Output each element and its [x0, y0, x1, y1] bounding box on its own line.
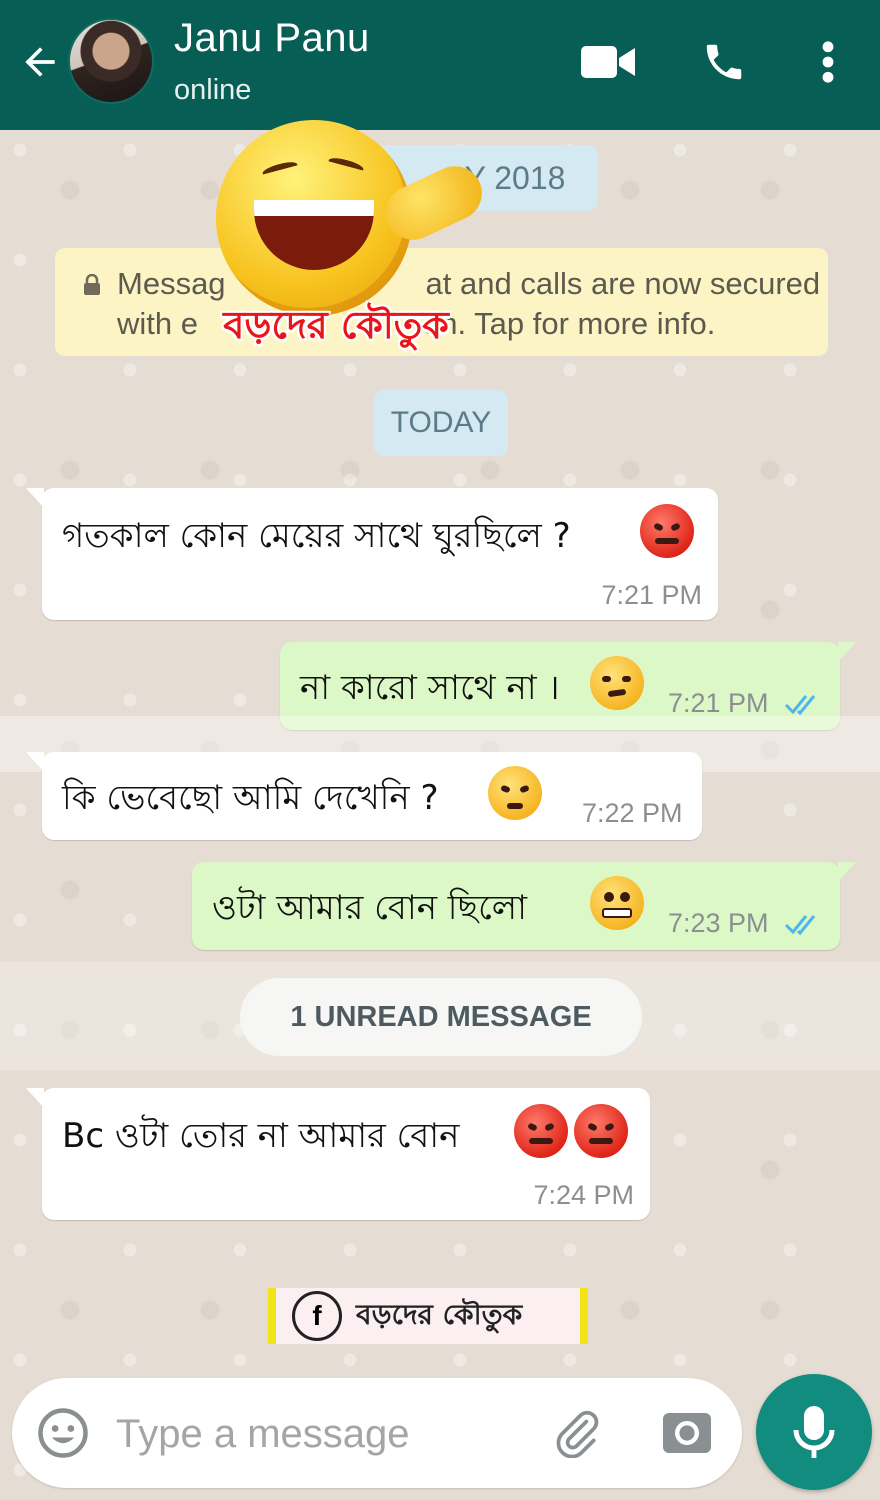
- message-input[interactable]: [116, 1406, 536, 1462]
- contact-avatar[interactable]: [68, 18, 154, 104]
- voice-record-button[interactable]: [756, 1374, 872, 1490]
- camera-button[interactable]: [658, 1404, 716, 1462]
- contact-name[interactable]: Janu Panu: [174, 16, 370, 61]
- grinning-face-icon: [590, 876, 644, 930]
- microphone-icon: [793, 1406, 835, 1458]
- facebook-icon: f: [292, 1291, 342, 1341]
- laughing-emoji-icon: [216, 120, 412, 316]
- message-time: 7:21 PM: [601, 580, 702, 610]
- angry-face-icon: [574, 1104, 628, 1158]
- double-check-icon: [784, 695, 816, 716]
- message-text: Bc ওটা তোর না আমার বোন: [62, 1116, 460, 1156]
- message-composer: [12, 1378, 742, 1488]
- arrow-left-icon: [25, 47, 55, 77]
- annoyed-face-icon: [488, 766, 542, 820]
- more-vertical-icon: [822, 41, 834, 83]
- message-time: 7:22 PM: [582, 798, 683, 828]
- message-incoming[interactable]: কি ভেবেছো আমি দেখেনি ? 7:22 PM: [26, 752, 702, 840]
- voice-call-button[interactable]: [696, 36, 752, 88]
- message-text: না কারো সাথে না ।: [300, 668, 560, 708]
- smiley-icon: [38, 1408, 88, 1458]
- unread-divider: 1 UNREAD MESSAGE: [240, 978, 642, 1056]
- encryption-text-2a: with e: [117, 306, 198, 341]
- sticker-label: বড়দের কৌতুক: [223, 303, 449, 347]
- attach-button[interactable]: [548, 1404, 606, 1462]
- message-text: কি ভেবেছো আমি দেখেনি ?: [62, 778, 439, 818]
- back-button[interactable]: [16, 38, 64, 86]
- facebook-watermark: f বড়দের কৌতুক: [268, 1288, 588, 1344]
- unamused-face-icon: [590, 656, 644, 710]
- watermark-sticker: বড়দের কৌতুক: [212, 118, 502, 348]
- angry-face-icon: [640, 504, 694, 558]
- message-time: 7:21 PM: [668, 688, 769, 718]
- emoji-button[interactable]: [34, 1404, 92, 1462]
- double-check-icon: [784, 915, 816, 936]
- facebook-page-label: বড়দের কৌতুক: [356, 1297, 523, 1331]
- phone-icon: [706, 44, 742, 80]
- today-divider: TODAY: [374, 390, 508, 456]
- video-camera-icon: [581, 46, 635, 78]
- paperclip-icon: [556, 1410, 599, 1458]
- video-call-button[interactable]: [580, 36, 636, 88]
- angry-face-icon: [514, 1104, 568, 1158]
- message-text: ওটা আমার বোন ছিলো: [212, 888, 527, 928]
- message-outgoing[interactable]: ওটা আমার বোন ছিলো 7:23 PM: [192, 862, 856, 950]
- message-time: 7:23 PM: [668, 908, 769, 938]
- message-incoming[interactable]: গতকাল কোন মেয়ের সাথে ঘুরছিলে ? 7:21 PM: [26, 488, 718, 620]
- message-incoming[interactable]: Bc ওটা তোর না আমার বোন 7:24 PM: [26, 1088, 650, 1220]
- overflow-menu-button[interactable]: [800, 36, 856, 88]
- contact-status: online: [174, 74, 252, 106]
- message-text: গতকাল কোন মেয়ের সাথে ঘুরছিলে ?: [62, 516, 571, 556]
- camera-icon: [663, 1413, 711, 1453]
- message-time: 7:24 PM: [533, 1180, 634, 1210]
- lock-icon: [84, 274, 100, 295]
- chat-header: Janu Panu online: [0, 0, 880, 130]
